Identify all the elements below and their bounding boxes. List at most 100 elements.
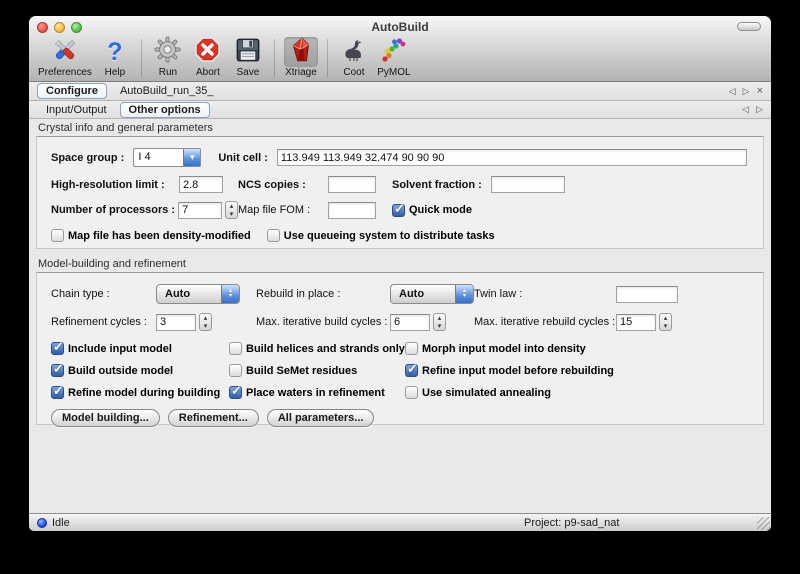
twin-law-label: Twin law : [474, 288, 616, 300]
toolbar-item-label: Save [237, 67, 260, 78]
help-icon: ? [107, 39, 122, 65]
options-panel: Crystal info and general parameters Spac… [29, 119, 771, 513]
num-processors-field[interactable] [178, 202, 222, 219]
map-fom-field[interactable] [328, 202, 376, 219]
coot-bird-icon [340, 36, 368, 69]
help-button[interactable]: ? Help [98, 37, 132, 78]
build-cycles-label: Max. iterative build cycles : [256, 316, 390, 328]
checkbox-box [51, 364, 64, 377]
space-group-label: Space group : [51, 152, 124, 164]
all-parameters-button[interactable]: All parameters... [267, 409, 375, 427]
save-button[interactable]: Save [231, 37, 265, 78]
unit-cell-field[interactable] [277, 149, 747, 166]
abort-button[interactable]: Abort [191, 37, 225, 78]
build-cycles-stepper[interactable]: ▴▾ [433, 313, 446, 331]
refine-during-building-checkbox[interactable]: Refine model during building [51, 386, 229, 399]
build-helices-checkbox[interactable]: Build helices and strands only [229, 342, 405, 355]
chain-type-popup[interactable]: Auto ▴▾ [156, 284, 240, 304]
autobuild-window: AutoBuild [29, 16, 771, 531]
window-title: AutoBuild [29, 20, 771, 34]
refine-before-rebuild-checkbox[interactable]: Refine input model before rebuilding [405, 364, 763, 377]
refinement-button[interactable]: Refinement... [168, 409, 259, 427]
space-group-combobox[interactable]: I 4 ▾ [133, 148, 201, 167]
toolbar-item-label: Xtriage [285, 67, 317, 78]
toolbar: Preferences ? Help [35, 37, 414, 81]
titlebar[interactable]: AutoBuild [29, 16, 771, 37]
checkbox-box [229, 386, 242, 399]
checkbox-box [51, 342, 64, 355]
checkbox-box [51, 229, 64, 242]
stepper-up-icon[interactable]: ▴ [230, 202, 234, 210]
ncs-copies-label: NCS copies : [238, 179, 328, 191]
density-modified-checkbox[interactable]: Map file has been density-modified [51, 229, 251, 242]
solvent-fraction-field[interactable] [491, 176, 565, 193]
toolbar-item-label: Help [105, 67, 126, 78]
queueing-checkbox[interactable]: Use queueing system to distribute tasks [267, 229, 495, 242]
morph-input-model-checkbox[interactable]: Morph input model into density [405, 342, 763, 355]
tab-close-icon[interactable]: × [757, 85, 763, 97]
rebuild-in-place-value: Auto [391, 285, 455, 303]
include-input-model-checkbox[interactable]: Include input model [51, 342, 229, 355]
xtriage-crystal-icon [288, 37, 314, 68]
run-button[interactable]: Run [151, 37, 185, 78]
combo-dropdown-icon[interactable]: ▾ [183, 149, 200, 166]
toolbar-toggle-button[interactable] [737, 22, 761, 31]
build-cycles-field[interactable] [390, 314, 430, 331]
twin-law-field[interactable] [616, 286, 678, 303]
toolbar-item-label: Run [159, 67, 177, 78]
refinement-cycles-label: Refinement cycles : [51, 316, 156, 328]
pymol-button[interactable]: PyMOL [377, 37, 411, 78]
popup-arrows-icon[interactable]: ▴▾ [221, 285, 239, 303]
xtriage-button[interactable]: Xtriage [284, 37, 318, 78]
model-section-box: Chain type : Auto ▴▾ Rebuild in place : … [36, 272, 764, 425]
run-gear-icon [154, 36, 181, 68]
simulated-annealing-checkbox[interactable]: Use simulated annealing [405, 386, 763, 399]
place-waters-checkbox[interactable]: Place waters in refinement [229, 386, 405, 399]
toolbar-separator [141, 39, 142, 77]
chain-type-value: Auto [157, 285, 221, 303]
rebuild-cycles-stepper[interactable]: ▴▾ [659, 313, 672, 331]
solvent-fraction-label: Solvent fraction : [392, 179, 491, 191]
preferences-button[interactable]: Preferences [38, 37, 92, 78]
high-res-label: High-resolution limit : [51, 179, 179, 191]
stepper-down-icon[interactable]: ▾ [230, 210, 234, 218]
tab-input-output[interactable]: Input/Output [37, 102, 116, 118]
crystal-section-box: Space group : I 4 ▾ Unit cell : High-res… [36, 136, 764, 249]
checkbox-box [392, 204, 405, 217]
build-outside-model-checkbox[interactable]: Build outside model [51, 364, 229, 377]
build-semet-checkbox[interactable]: Build SeMet residues [229, 364, 405, 377]
rebuild-cycles-label: Max. iterative rebuild cycles : [474, 316, 616, 328]
abort-stop-icon [194, 36, 221, 68]
tab-autobuild-run[interactable]: AutoBuild_run_35_ [111, 83, 223, 99]
ncs-copies-field[interactable] [328, 176, 376, 193]
rebuild-cycles-field[interactable] [616, 314, 656, 331]
coot-button[interactable]: Coot [337, 37, 371, 78]
resize-grip[interactable] [757, 517, 770, 530]
chain-type-label: Chain type : [51, 288, 156, 300]
checkbox-box [405, 342, 418, 355]
checkbox-box [229, 342, 242, 355]
toolbar-separator [327, 39, 328, 77]
checkbox-box [229, 364, 242, 377]
refinement-cycles-stepper[interactable]: ▴▾ [199, 313, 212, 331]
tab-configure[interactable]: Configure [37, 83, 107, 99]
high-res-field[interactable] [179, 176, 223, 193]
tab-scroll-left-icon[interactable]: ◁ [729, 86, 736, 97]
checkbox-box [267, 229, 280, 242]
model-building-button[interactable]: Model building... [51, 409, 160, 427]
subtab-scroll-right-icon[interactable]: ▷ [756, 104, 763, 115]
tab-other-options[interactable]: Other options [120, 102, 210, 118]
sub-tab-bar: Input/Output Other options ◁ ▷ [29, 101, 771, 119]
popup-arrows-icon[interactable]: ▴▾ [455, 285, 473, 303]
rebuild-in-place-popup[interactable]: Auto ▴▾ [390, 284, 474, 304]
status-text: Idle [52, 517, 70, 529]
num-processors-stepper[interactable]: ▴ ▾ [225, 201, 238, 219]
project-label: Project: p9-sad_nat [524, 517, 619, 529]
subtab-scroll-left-icon[interactable]: ◁ [742, 104, 749, 115]
preferences-icon [51, 36, 79, 69]
refinement-cycles-field[interactable] [156, 314, 196, 331]
toolbar-item-label: Preferences [38, 67, 92, 78]
quick-mode-checkbox[interactable]: Quick mode [392, 204, 472, 217]
status-bar: Idle Project: p9-sad_nat [29, 513, 771, 531]
tab-scroll-right-icon[interactable]: ▷ [743, 86, 750, 97]
